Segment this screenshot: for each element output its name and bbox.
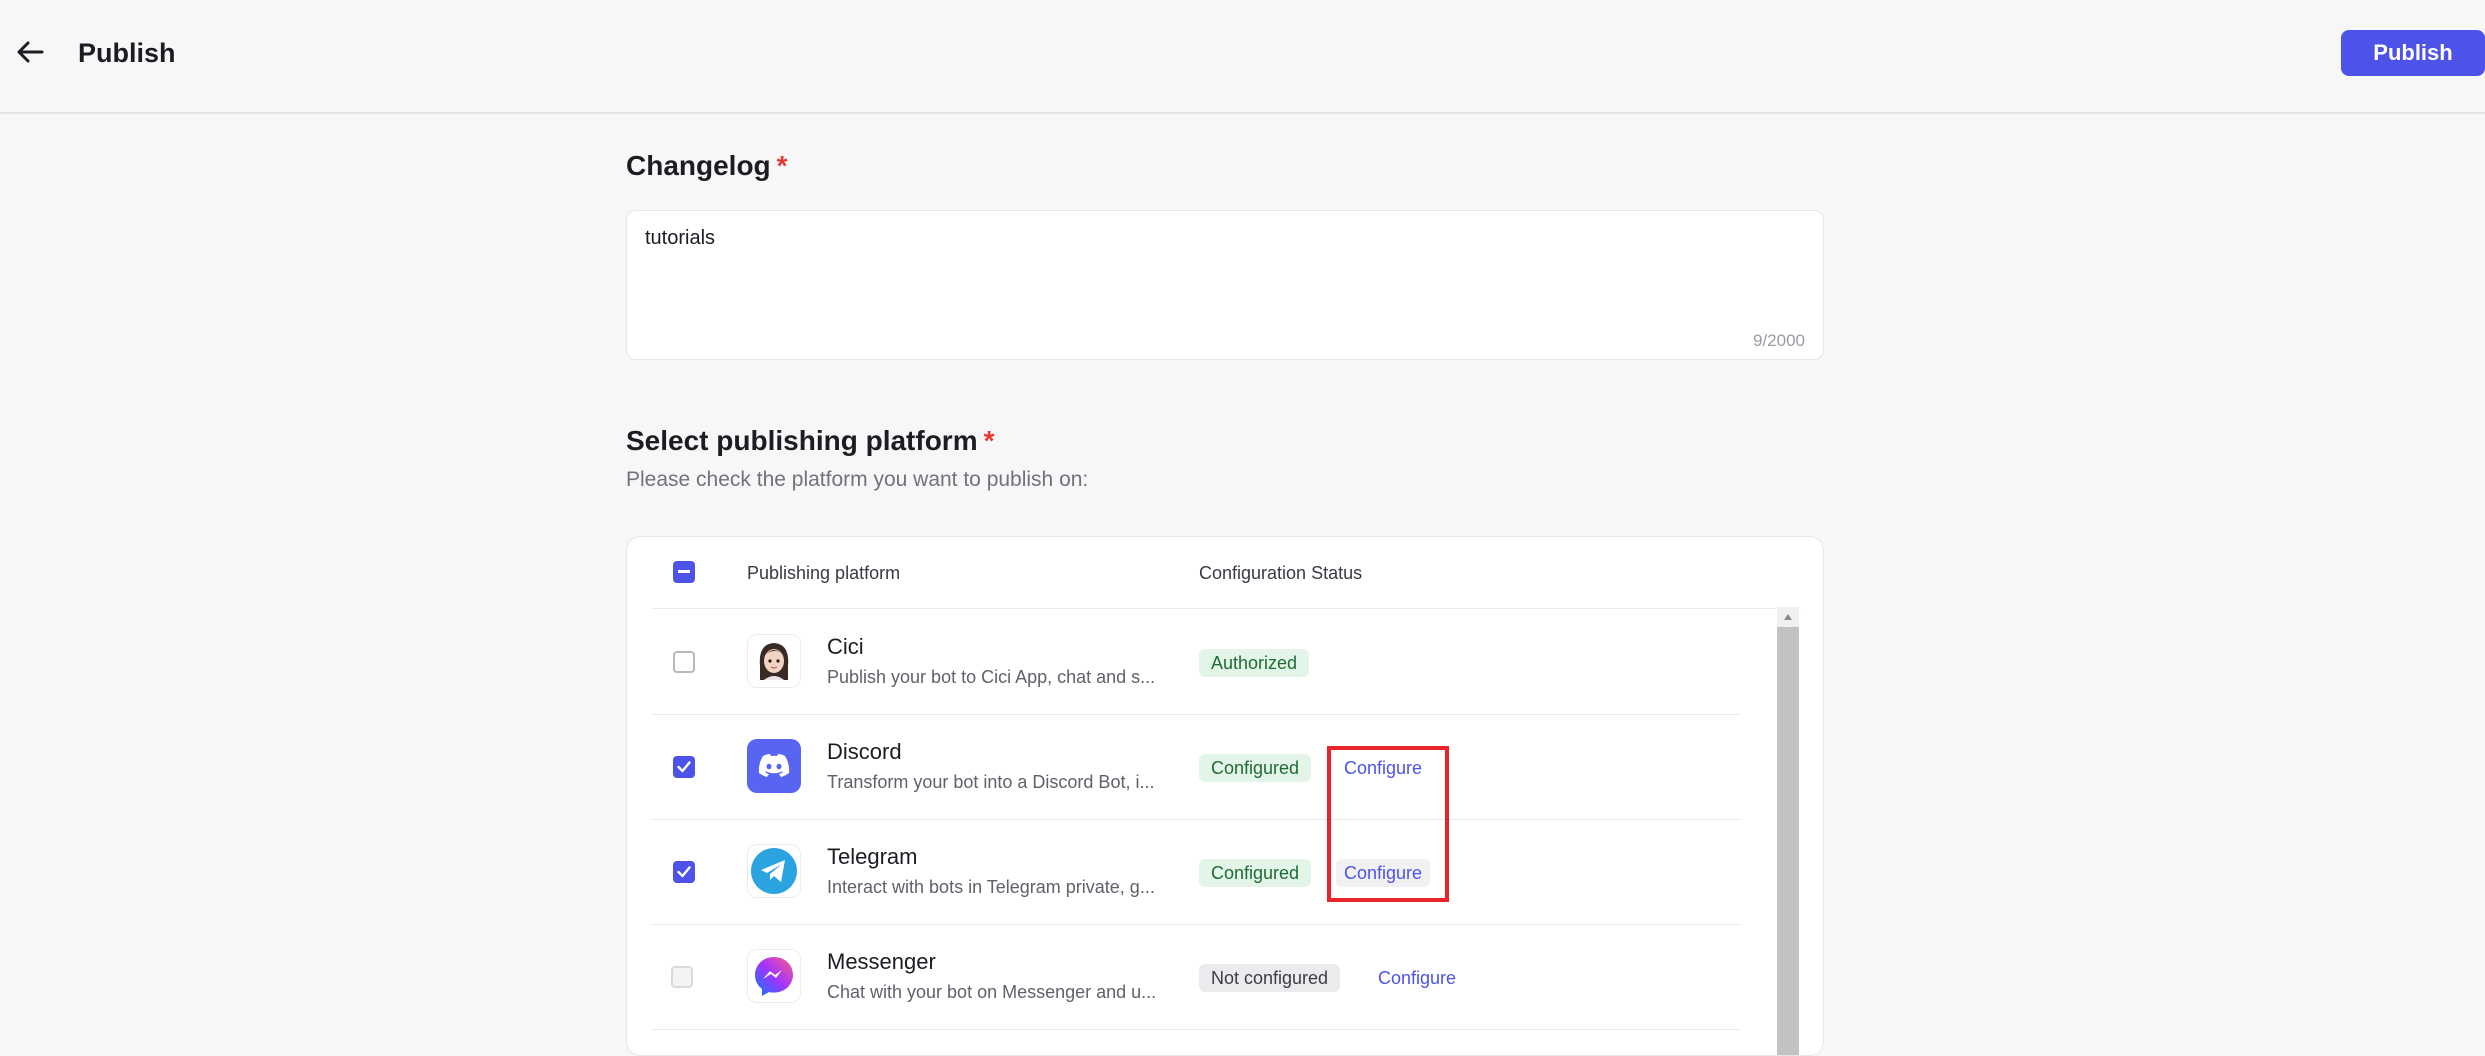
column-header-status: Configuration Status: [1199, 563, 1363, 583]
char-count: 9/2000: [1753, 331, 1805, 350]
row-checkbox[interactable]: [673, 651, 695, 673]
table-row[interactable]: Messenger Chat with your bot on Messenge…: [651, 924, 1741, 1030]
platform-name: Cici: [827, 634, 864, 659]
platform-subtitle: Please check the platform you want to pu…: [626, 468, 1089, 491]
top-bar: Publish Publish: [0, 0, 2485, 114]
required-mark: *: [983, 425, 995, 456]
table-row[interactable]: Telegram Interact with bots in Telegram …: [651, 819, 1741, 925]
configure-link[interactable]: Configure: [1370, 964, 1464, 992]
platform-description: Publish your bot to Cici App, chat and s…: [827, 667, 1156, 687]
scroll-up-arrow-icon[interactable]: [1777, 607, 1799, 627]
column-header-platform: Publishing platform: [747, 563, 901, 583]
row-checkbox[interactable]: [671, 966, 693, 988]
platform-heading: Select publishing platform *: [626, 425, 995, 457]
platform-description: Transform your bot into a Discord Bot, i…: [827, 772, 1155, 792]
platform-name: Discord: [827, 739, 902, 764]
status-badge: Not configured: [1199, 964, 1341, 992]
changelog-input[interactable]: tutorials: [645, 227, 1795, 327]
changelog-heading: Changelog *: [626, 150, 1826, 182]
publish-form: Changelog * tutorials 9/2000 Select publi…: [626, 150, 1826, 1056]
back-arrow-icon[interactable]: [12, 34, 48, 70]
table-row[interactable]: Cici Publish your bot to Cici App, chat …: [651, 609, 1741, 715]
configure-link[interactable]: Configure: [1336, 859, 1431, 887]
status-badge: Configured: [1199, 859, 1312, 887]
platform-name: Messenger: [827, 949, 936, 974]
table-row[interactable]: Discord Transform your bot into a Discor…: [651, 714, 1741, 820]
row-checkbox[interactable]: [673, 756, 695, 778]
platform-description: Interact with bots in Telegram private, …: [827, 877, 1155, 897]
platform-title: Select publishing platform: [626, 425, 978, 456]
status-badge: Authorized: [1199, 649, 1310, 677]
platform-description: Chat with your bot on Messenger and u...: [827, 982, 1157, 1002]
changelog-title: Changelog: [626, 150, 771, 181]
row-checkbox[interactable]: [673, 861, 695, 883]
configure-link[interactable]: Configure: [1336, 754, 1430, 782]
status-badge: Configured: [1199, 754, 1312, 782]
platform-name: Telegram: [827, 844, 918, 869]
messenger-icon: [747, 949, 801, 1003]
platform-table: Publishing platform Configuration Status…: [626, 536, 1824, 1056]
changelog-field: tutorials 9/2000: [626, 210, 1824, 360]
required-mark: *: [776, 150, 788, 181]
table-header: Publishing platform Configuration Status: [651, 537, 1801, 609]
cici-avatar-icon: [747, 634, 801, 688]
telegram-icon: [747, 844, 801, 898]
page-title: Publish: [78, 38, 176, 68]
select-all-checkbox[interactable]: [673, 561, 695, 583]
table-scrollbar[interactable]: [1777, 607, 1799, 1055]
publish-button[interactable]: Publish: [2341, 30, 2485, 76]
discord-icon: [747, 739, 801, 793]
